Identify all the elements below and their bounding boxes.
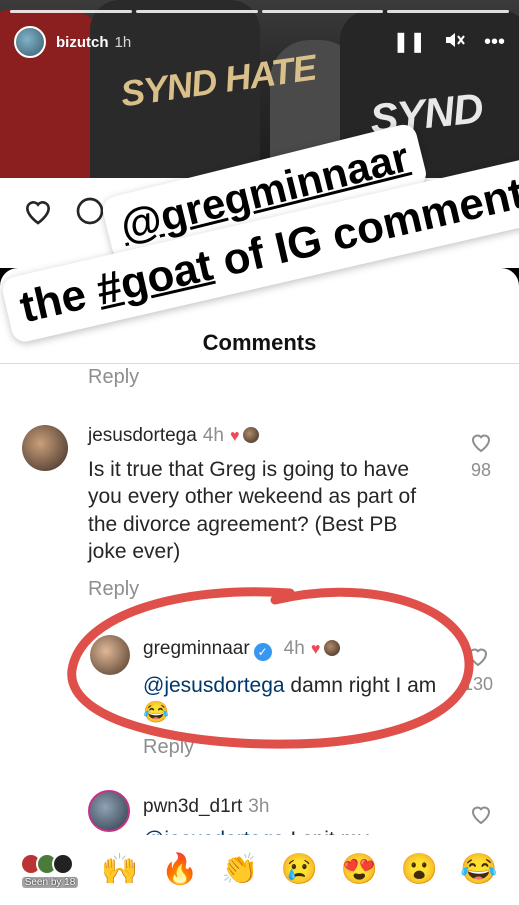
clapping-reaction-icon[interactable]: 👏 xyxy=(210,855,270,885)
like-count: 98 xyxy=(470,460,492,480)
comments-title: Comments xyxy=(202,330,317,355)
comment-time: 3h xyxy=(248,796,270,817)
fire-reaction-icon[interactable]: 🔥 xyxy=(150,855,210,885)
comment-time: 4h xyxy=(283,638,305,659)
divider xyxy=(0,363,519,364)
heart-outline-icon[interactable] xyxy=(469,430,493,454)
commenter-avatar[interactable] xyxy=(22,425,68,471)
seen-by[interactable]: Seen by 18 xyxy=(10,852,90,888)
mute-icon[interactable] xyxy=(444,30,466,54)
comment-username[interactable]: pwn3d_d1rt xyxy=(143,796,242,817)
heart-outline-icon[interactable] xyxy=(469,802,493,826)
viewer-avatars xyxy=(20,852,74,875)
commenter-avatar[interactable] xyxy=(88,790,130,832)
comment-icon[interactable] xyxy=(74,195,106,227)
comment-username[interactable]: gregminnaar xyxy=(143,638,250,659)
commenter-avatar[interactable] xyxy=(90,635,130,675)
creator-avatar-mini xyxy=(243,427,260,443)
reply-button[interactable]: Reply xyxy=(143,736,194,759)
verified-badge-icon: ✓ xyxy=(253,643,272,661)
comment-text: @jesusdortega damn right I am 😂 xyxy=(143,674,437,725)
raising-hands-reaction-icon[interactable]: 🙌 xyxy=(90,855,150,885)
story-avatar[interactable] xyxy=(14,26,46,58)
surprised-reaction-icon[interactable]: 😮 xyxy=(389,855,449,885)
comment-mention[interactable]: @jesusdortega xyxy=(143,674,285,697)
reaction-bar: Seen by 18 🙌 🔥 👏 😢 😍 😮 😂 xyxy=(0,835,519,905)
creator-liked-heart-icon: ♥ xyxy=(229,428,240,445)
story-progress-bar xyxy=(10,10,509,13)
laughing-reaction-icon[interactable]: 😂 xyxy=(449,855,509,885)
like-count: 130 xyxy=(462,674,493,694)
comment-like[interactable]: 130 xyxy=(463,644,493,695)
creator-avatar-mini xyxy=(324,640,341,656)
comment-username[interactable]: jesusdortega xyxy=(88,425,197,446)
crying-reaction-icon[interactable]: 😢 xyxy=(270,855,330,885)
seen-by-label: Seen by 18 xyxy=(21,876,79,888)
reply-button[interactable]: Reply xyxy=(88,578,139,601)
comment-text: Is it true that Greg is going to have yo… xyxy=(88,458,417,563)
more-options-icon[interactable]: ••• xyxy=(484,32,505,52)
story-username[interactable]: bizutch xyxy=(56,34,109,51)
comment-like[interactable]: 98 xyxy=(469,430,493,481)
creator-liked-heart-icon: ♥ xyxy=(310,641,321,658)
story-header: bizutch 1h ❚❚ ••• xyxy=(14,26,505,58)
heart-outline-icon[interactable] xyxy=(466,644,490,668)
story-time: 1h xyxy=(114,33,132,51)
reply-button[interactable]: Reply xyxy=(88,366,139,389)
like-icon[interactable] xyxy=(22,195,54,227)
pause-icon[interactable]: ❚❚ xyxy=(392,32,426,52)
heart-eyes-reaction-icon[interactable]: 😍 xyxy=(329,855,389,885)
post-actions xyxy=(22,195,106,227)
comment-time: 4h xyxy=(202,425,224,446)
